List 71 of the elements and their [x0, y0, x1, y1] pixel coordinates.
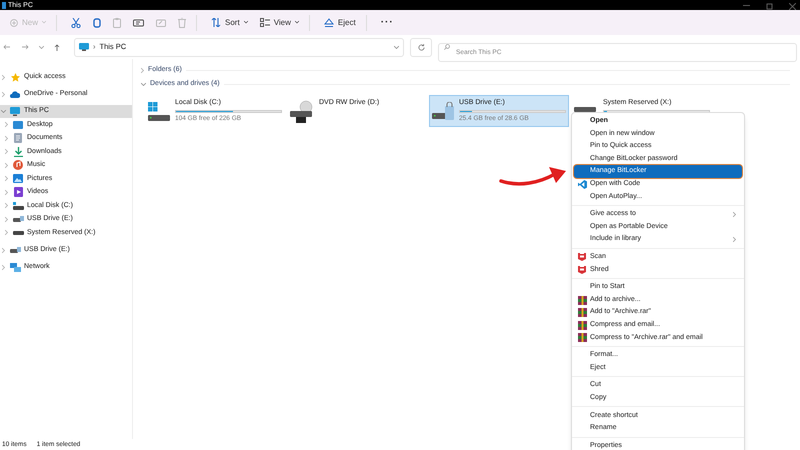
dvd-drive-icon	[290, 100, 314, 124]
star-icon	[10, 73, 20, 82]
picture-icon	[13, 174, 23, 184]
usb-drive-icon	[10, 246, 20, 254]
monitor-icon	[79, 43, 89, 51]
eject-button[interactable]: Eject	[318, 12, 362, 32]
up-arrow-icon[interactable]	[54, 44, 60, 50]
chevron-right-icon[interactable]	[4, 216, 8, 222]
back-arrow-icon[interactable]	[3, 44, 10, 50]
caret-icon	[294, 21, 299, 24]
chevron-right-icon[interactable]	[4, 190, 8, 195]
drive-icon	[12, 230, 24, 235]
scissors-icon	[71, 18, 82, 28]
chevron-right-icon[interactable]	[4, 230, 8, 236]
list-view-icon	[260, 18, 270, 27]
refresh-icon	[418, 44, 424, 50]
cloud-icon	[10, 91, 20, 98]
chevron-down-icon[interactable]	[141, 82, 146, 86]
chevron-down-icon[interactable]	[0, 110, 6, 113]
music-icon	[13, 160, 23, 170]
drive-icon	[12, 202, 24, 210]
chevron-right-icon[interactable]	[2, 264, 4, 270]
shield-icon	[578, 253, 586, 262]
desktop-icon	[13, 120, 23, 129]
trash-icon	[178, 18, 186, 28]
forward-arrow-icon[interactable]	[22, 44, 29, 50]
share-icon	[156, 18, 166, 27]
chevron-right-icon[interactable]	[4, 162, 8, 168]
chevron-right-icon[interactable]	[4, 122, 8, 128]
chevron-right-icon[interactable]	[2, 248, 4, 252]
archive-icon	[578, 308, 586, 318]
search-icon	[444, 44, 450, 50]
video-icon	[14, 187, 22, 198]
code-editor-icon	[578, 180, 586, 189]
drive-icon	[148, 102, 172, 124]
network-icon	[10, 262, 20, 272]
caret-icon	[244, 21, 248, 24]
chevron-right-icon[interactable]	[4, 136, 8, 141]
chevron-right-icon[interactable]	[2, 92, 4, 97]
sort-icon	[211, 18, 222, 27]
archive-icon	[578, 333, 586, 342]
document-icon	[14, 133, 22, 144]
chevron-right-icon[interactable]	[4, 149, 8, 154]
chevron-right-icon	[733, 212, 736, 217]
restore-button[interactable]	[766, 3, 773, 10]
archive-icon	[578, 320, 586, 330]
shield-icon	[578, 266, 586, 274]
refresh-button[interactable]	[410, 38, 432, 56]
usb-drive-icon	[12, 215, 24, 224]
drive-icon	[574, 107, 596, 112]
download-icon	[14, 146, 22, 157]
more-button[interactable]: ···	[374, 12, 400, 32]
rename-icon	[133, 18, 144, 28]
plus-circle-icon	[10, 18, 18, 26]
pointer-arrow	[499, 165, 567, 187]
sort-button[interactable]: Sort	[205, 12, 254, 32]
chevron-right-icon[interactable]	[4, 176, 8, 182]
chevron-down-icon[interactable]	[394, 46, 399, 48]
caret-icon	[42, 21, 46, 24]
chevron-right-icon[interactable]	[2, 75, 4, 80]
chevron-down-icon[interactable]	[39, 46, 44, 48]
chevron-right-icon	[733, 237, 736, 242]
eject-icon	[324, 18, 334, 27]
clipboard-icon	[113, 18, 122, 28]
archive-icon	[578, 296, 586, 305]
copy-icon	[93, 18, 102, 28]
view-button[interactable]: View	[254, 12, 305, 32]
monitor-icon	[10, 107, 20, 116]
chevron-right-icon[interactable]	[4, 203, 8, 208]
close-button[interactable]	[789, 3, 796, 10]
chevron-right-icon[interactable]	[141, 68, 144, 72]
